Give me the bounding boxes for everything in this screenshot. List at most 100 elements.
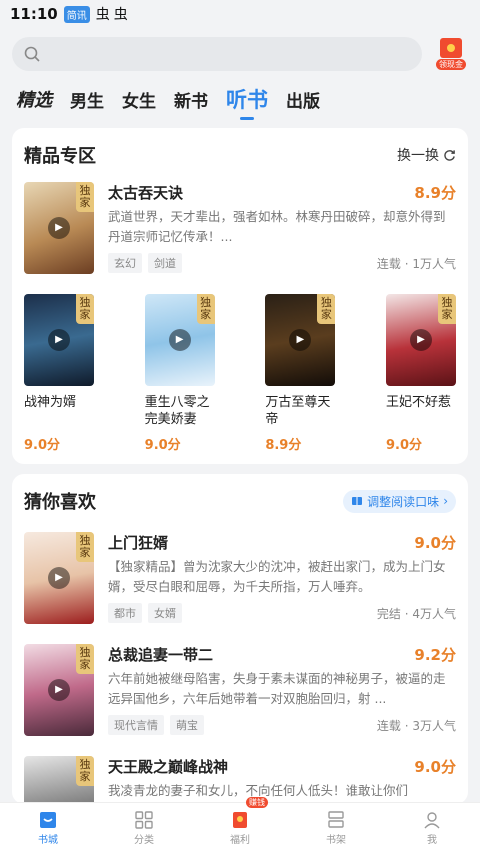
- book-title: 天王殿之巅峰战神: [108, 758, 229, 776]
- premium-grid: 独家 ▶ 战神为婿 9.0分 独家 ▶ 重生八零之完美娇妻 9.0分 独家 ▶ …: [24, 294, 456, 453]
- play-icon: ▶: [409, 329, 432, 351]
- book-cover[interactable]: 独家: [24, 756, 94, 804]
- nav-category[interactable]: 分类: [96, 803, 192, 853]
- book-score: 8.9分: [265, 438, 302, 453]
- status-news-badge: 简讯: [63, 5, 90, 23]
- search-input[interactable]: [48, 45, 422, 63]
- play-icon: ▶: [168, 329, 191, 351]
- refresh-icon: [444, 149, 455, 161]
- play-icon: ▶: [48, 567, 70, 589]
- book-tag[interactable]: 剑道: [148, 253, 182, 273]
- premium-section: 精品专区 换一换 独家 ▶ 太古吞天诀 8.9分 武道世界，天才辈出，强者如林。…: [12, 128, 468, 464]
- book-cover[interactable]: 独家 ▶: [24, 182, 94, 274]
- list-item[interactable]: 独家 天王殿之巅峰战神 9.0分 我凌青龙的妻子和女儿，不向任何人低头！谁敢让你…: [12, 756, 468, 804]
- exclusive-badge: 独家: [76, 644, 94, 674]
- book-title: 上门狂婿: [108, 534, 169, 552]
- book-cover[interactable]: 独家 ▶: [24, 294, 94, 386]
- adjust-taste-button[interactable]: 调整阅读口味 ›: [343, 489, 456, 513]
- book-description: 武道世界，天才辈出，强者如林。林寒丹田破碎，却意外得到丹道宗师记忆传承！...: [108, 209, 446, 244]
- book-cover[interactable]: 独家 ▶: [265, 294, 336, 386]
- nav-label: 我: [427, 834, 437, 846]
- exclusive-badge: 独家: [196, 294, 215, 324]
- play-icon: ▶: [48, 217, 70, 239]
- tab-female[interactable]: 女生: [122, 87, 156, 120]
- book-title: 战神为婿: [24, 395, 77, 410]
- list-item[interactable]: 独家 ▶ 总裁追妻一带二 9.2分 六年前她被继母陷害，失身于素未谋面的神秘男子…: [12, 644, 468, 736]
- adjust-taste-label: 调整阅读口味: [367, 494, 440, 509]
- book-tag[interactable]: 女婿: [148, 603, 182, 623]
- book-tag[interactable]: 现代言情: [108, 715, 164, 735]
- status-bar: 11:10 简讯 虫 虫: [0, 0, 480, 28]
- grid-book[interactable]: 独家 ▶ 战神为婿 9.0分: [24, 294, 94, 453]
- nav-bookstore[interactable]: 书城: [0, 803, 96, 853]
- tab-publish[interactable]: 出版: [286, 87, 320, 120]
- grid-book[interactable]: 独家 ▶ 重生八零之完美娇妻 9.0分: [144, 294, 215, 453]
- bookshelf-icon: [326, 810, 346, 829]
- book-icon: [352, 497, 363, 505]
- play-icon: ▶: [48, 679, 70, 701]
- book-tag[interactable]: 玄幻: [108, 253, 142, 273]
- exclusive-badge: 独家: [317, 294, 336, 324]
- book-tag[interactable]: 都市: [108, 603, 142, 623]
- grid-book[interactable]: 独家 ▶ 万古至尊天帝 8.9分: [265, 294, 336, 453]
- play-icon: ▶: [289, 329, 312, 351]
- search-icon: [24, 46, 40, 62]
- book-title: 太古吞天诀: [108, 184, 184, 202]
- book-title: 总裁追妻一带二: [108, 646, 214, 664]
- category-grid-icon: [134, 810, 154, 829]
- book-tag[interactable]: 萌宝: [170, 715, 204, 735]
- category-tabs: 精选 男生 女生 新书 听书 出版: [0, 80, 480, 120]
- status-time: 11:10: [10, 5, 58, 23]
- book-score: 8.9分: [414, 184, 456, 202]
- book-meta: 连载 · 1万人气: [376, 256, 456, 271]
- book-cover[interactable]: 独家 ▶: [385, 294, 456, 386]
- guess-title: 猜你喜欢: [24, 492, 96, 513]
- book-score: 9.0分: [144, 438, 181, 453]
- chevron-right-icon: ›: [443, 494, 448, 508]
- nav-label: 福利: [230, 834, 250, 846]
- exclusive-badge: 独家: [76, 182, 94, 212]
- book-title: 万古至尊天帝: [265, 395, 331, 427]
- nav-bookshelf[interactable]: 书架: [288, 803, 384, 853]
- nav-welfare[interactable]: 赚钱 福利: [192, 797, 288, 853]
- tab-featured[interactable]: 精选: [16, 86, 52, 120]
- nav-label: 书架: [326, 834, 346, 846]
- book-description: 我凌青龙的妻子和女儿，不向任何人低头！谁敢让你们: [108, 783, 409, 798]
- book-description: 【独家精品】曾为沈家大少的沈冲，被赶出家门，成为上门女婿，受尽白眼和屈辱，为千夫…: [108, 559, 446, 594]
- tab-audiobook[interactable]: 听书: [226, 84, 268, 120]
- bookstore-icon: [38, 811, 58, 829]
- book-score: 9.0分: [414, 758, 456, 776]
- bottom-nav: 书城 分类 赚钱 福利 书架 我: [0, 797, 480, 853]
- status-bug-icon: 虫: [95, 7, 110, 23]
- book-score: 9.0分: [24, 438, 61, 453]
- book-score: 9.0分: [385, 438, 422, 453]
- red-packet-label: 领现金: [436, 59, 466, 70]
- red-envelope-icon: [230, 811, 250, 829]
- nav-me[interactable]: 我: [384, 803, 480, 853]
- earn-badge: 赚钱: [246, 797, 268, 808]
- exclusive-badge: 独家: [437, 294, 456, 324]
- exclusive-badge: 独家: [76, 532, 94, 562]
- red-packet-button[interactable]: 领现金: [434, 38, 468, 70]
- tab-male[interactable]: 男生: [70, 87, 104, 120]
- book-title: 王妃不好惹: [385, 395, 451, 410]
- book-score: 9.0分: [414, 534, 456, 552]
- guess-section: 猜你喜欢 调整阅读口味 › 独家 ▶ 上门狂婿 9.0分 【独家精品】曾为沈家大…: [12, 474, 468, 804]
- featured-book[interactable]: 独家 ▶ 太古吞天诀 8.9分 武道世界，天才辈出，强者如林。林寒丹田破碎，却意…: [12, 182, 468, 274]
- grid-book[interactable]: 独家 ▶ 王妃不好惹 9.0分: [385, 294, 456, 453]
- book-cover[interactable]: 独家 ▶: [24, 644, 94, 736]
- search-box[interactable]: [12, 37, 422, 71]
- search-row: 领现金: [0, 28, 480, 80]
- play-icon: ▶: [48, 329, 70, 351]
- premium-title: 精品专区: [24, 146, 96, 167]
- book-cover[interactable]: 独家 ▶: [144, 294, 215, 386]
- refresh-button[interactable]: 换一换: [397, 145, 456, 165]
- tab-new[interactable]: 新书: [174, 87, 208, 120]
- book-meta: 连载 · 3万人气: [376, 718, 456, 733]
- book-cover[interactable]: 独家 ▶: [24, 532, 94, 624]
- nav-label: 分类: [134, 834, 154, 846]
- book-meta: 完结 · 4万人气: [376, 606, 456, 621]
- status-bug-icon: 虫: [113, 7, 128, 23]
- list-item[interactable]: 独家 ▶ 上门狂婿 9.0分 【独家精品】曾为沈家大少的沈冲，被赶出家门，成为上…: [12, 532, 468, 624]
- book-description: 六年前她被继母陷害，失身于素未谋面的神秘男子，被逼的走远异国他乡，六年后她带着一…: [108, 671, 446, 706]
